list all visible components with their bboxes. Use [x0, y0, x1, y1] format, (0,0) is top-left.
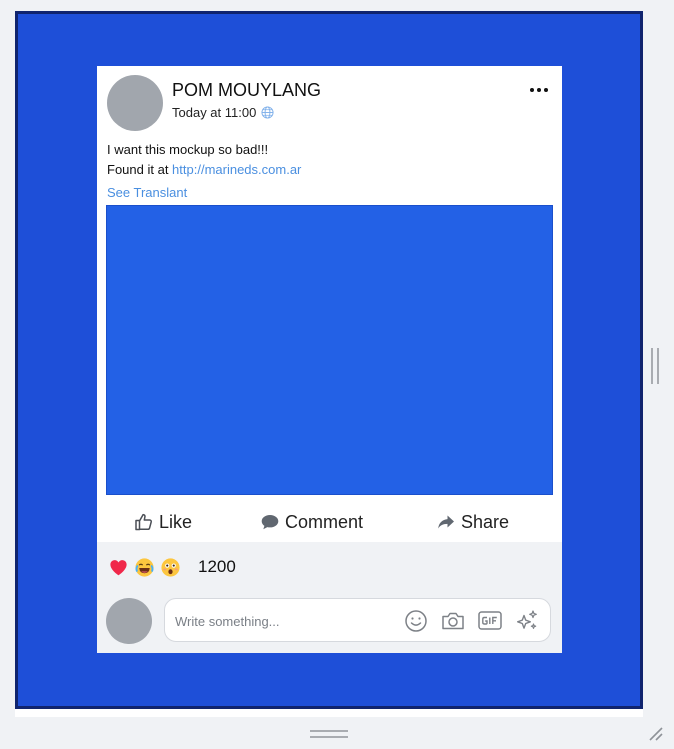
comment-composer[interactable] [164, 598, 551, 642]
reactions-and-comment-area: 1200 [97, 542, 562, 653]
post-actions-bar: Like Comment Share [97, 503, 562, 541]
post-link[interactable]: http://marineds.com.ar [172, 162, 301, 177]
see-translation-link[interactable]: See Translant [107, 185, 187, 200]
post-meta: Today at 11:00 [172, 105, 274, 120]
canvas-bottom-strip [15, 709, 643, 717]
share-button[interactable]: Share [436, 503, 509, 541]
like-button[interactable]: Like [134, 503, 192, 541]
resize-grip-icon[interactable] [646, 724, 664, 742]
horizontal-resize-handle[interactable] [310, 730, 348, 738]
comment-label: Comment [285, 511, 364, 532]
camera-icon[interactable] [440, 609, 466, 633]
like-label: Like [159, 511, 193, 532]
globe-icon [261, 106, 274, 119]
post-text-prefix: Found it at [107, 162, 173, 177]
heart-icon [110, 560, 127, 576]
author-avatar[interactable] [107, 75, 163, 131]
smiley-icon[interactable] [403, 609, 429, 633]
gif-icon[interactable] [477, 609, 503, 633]
sparkles-icon[interactable] [514, 609, 540, 633]
reaction-icons[interactable] [108, 557, 181, 578]
comment-button[interactable]: Comment [260, 503, 363, 541]
commenter-avatar [106, 598, 152, 644]
share-label: Share [461, 511, 510, 532]
post-card: POM MOUYLANG Today at 11:00 I want this … [97, 66, 562, 653]
thumbs-up-icon [135, 513, 153, 531]
post-text-line-1: I want this mockup so bad!!! [107, 142, 269, 157]
comment-input[interactable] [175, 611, 395, 631]
author-name[interactable]: POM MOUYLANG [172, 80, 321, 101]
post-timestamp[interactable]: Today at 11:00 [172, 105, 256, 120]
speech-bubble-icon [261, 515, 279, 530]
astonished-emoji-icon [161, 558, 180, 577]
share-arrow-icon [438, 515, 454, 529]
more-options-icon[interactable] [525, 83, 553, 97]
post-media[interactable] [106, 205, 553, 495]
reaction-count[interactable]: 1200 [198, 557, 236, 577]
post-text-line-2: Found it at http://marineds.com.ar [107, 162, 301, 177]
vertical-resize-handle[interactable] [651, 348, 659, 384]
laughing-emoji-icon [135, 558, 154, 577]
